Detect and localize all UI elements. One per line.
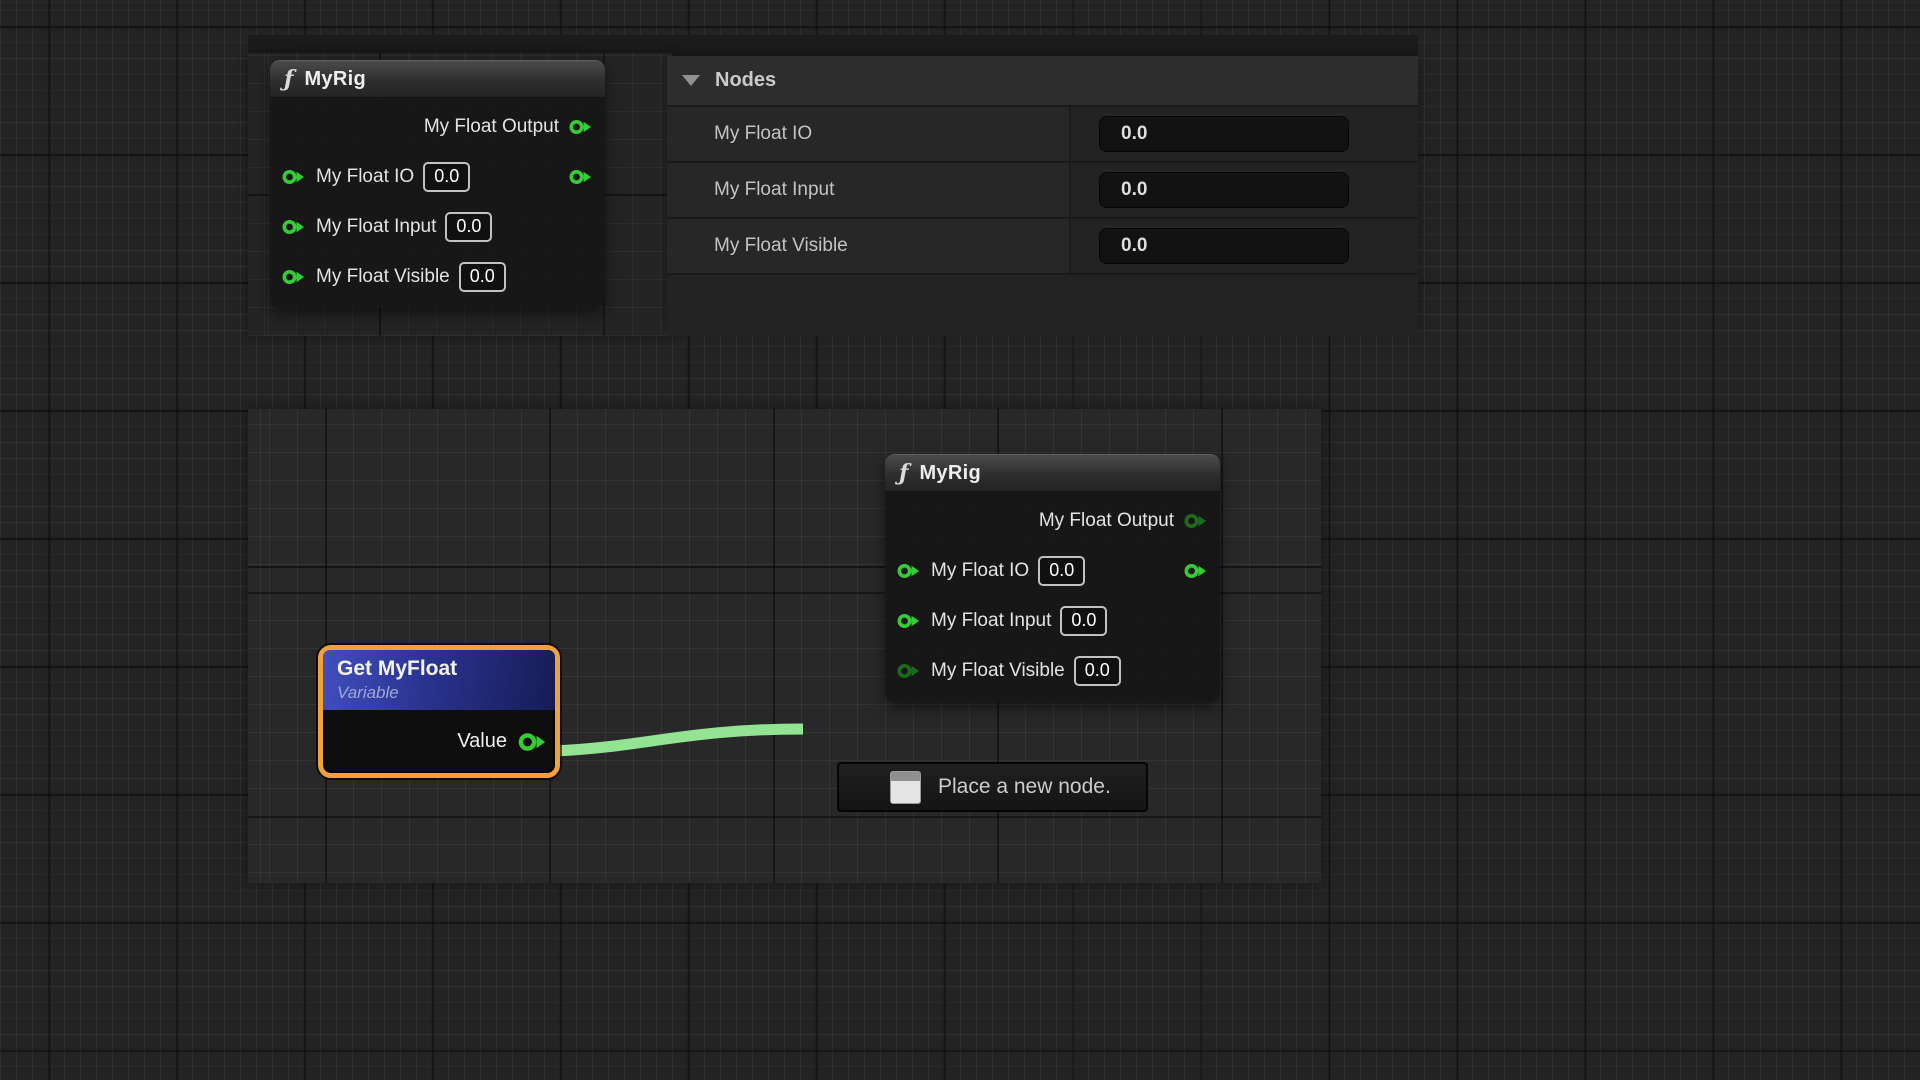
node-title: MyRig [919, 462, 981, 485]
node-header[interactable]: Get MyFloat Variable [323, 650, 555, 710]
output-pin-icon[interactable] [568, 118, 594, 136]
node-title: MyRig [304, 68, 366, 91]
float-value-input[interactable]: 0.0 [1099, 116, 1349, 152]
node-row-my-float-output: My Float Output [270, 102, 605, 152]
output-pin-icon-dim[interactable] [1183, 512, 1209, 530]
pin-label: My Float IO [316, 166, 414, 188]
graph-editor-canvas[interactable]: { "node_top": { "fn_icon": "ƒ", "title":… [0, 0, 1920, 1080]
panel-section-title: Nodes [715, 69, 776, 92]
pin-label: My Float Input [316, 216, 436, 238]
node-row-my-float-input: My Float Input 0.0 [885, 596, 1220, 646]
collapse-arrow-icon [682, 75, 700, 86]
output-pin-icon[interactable] [517, 731, 547, 753]
property-label: My Float IO [667, 107, 1071, 161]
function-icon: ƒ [899, 462, 908, 484]
float-value-input[interactable]: 0.0 [1099, 172, 1349, 208]
function-node-myrig-overview[interactable]: ƒ MyRig My Float Output My Float IO 0.0 … [270, 60, 605, 308]
property-label: My Float Visible [667, 219, 1071, 273]
node-body: My Float Output My Float IO 0.0 My Float… [885, 492, 1220, 702]
property-row-my-float-io: My Float IO 0.0 [667, 107, 1418, 163]
input-pin-icon[interactable] [281, 268, 307, 286]
input-pin-icon[interactable] [281, 168, 307, 186]
node-subtitle: Variable [337, 683, 555, 703]
pin-value-input[interactable]: 0.0 [459, 262, 506, 293]
property-value-cell: 0.0 [1071, 107, 1418, 161]
node-row-my-float-io: My Float IO 0.0 [270, 152, 605, 202]
panel-empty-area [667, 275, 1418, 336]
dragged-wire[interactable] [540, 698, 830, 768]
pin-label: My Float Output [424, 116, 559, 138]
function-icon: ƒ [284, 68, 293, 90]
pin-label: My Float IO [931, 560, 1029, 582]
input-pin-icon[interactable] [896, 612, 922, 630]
place-new-node-tooltip: Place a new node. [837, 762, 1148, 812]
node-row-my-float-io: My Float IO 0.0 [885, 546, 1220, 596]
pin-label: My Float Input [931, 610, 1051, 632]
node-row-my-float-output: My Float Output [885, 496, 1220, 546]
input-pin-icon[interactable] [896, 562, 922, 580]
property-value-cell: 0.0 [1071, 163, 1418, 217]
pin-value-input[interactable]: 0.0 [1060, 606, 1107, 637]
property-row-my-float-visible: My Float Visible 0.0 [667, 219, 1418, 275]
node-header[interactable]: ƒ MyRig [885, 454, 1220, 492]
pin-value-input[interactable]: 0.0 [1074, 656, 1121, 687]
node-title: Get MyFloat [337, 657, 555, 681]
pin-value-input[interactable]: 0.0 [1038, 556, 1085, 587]
node-row-my-float-visible: My Float Visible 0.0 [270, 252, 605, 302]
output-pin-icon[interactable] [1183, 562, 1209, 580]
variable-node-get-myfloat[interactable]: Get MyFloat Variable Value [318, 645, 560, 778]
node-body: My Float Output My Float IO 0.0 My Float… [270, 98, 605, 308]
pin-label: My Float Visible [931, 660, 1065, 682]
output-pin-icon[interactable] [568, 168, 594, 186]
float-value-input[interactable]: 0.0 [1099, 228, 1349, 264]
tooltip-text: Place a new node. [938, 775, 1111, 799]
node-body: Value [323, 710, 555, 773]
node-header[interactable]: ƒ MyRig [270, 60, 605, 98]
pin-label: Value [457, 730, 507, 753]
details-panel-nodes: Nodes My Float IO 0.0 My Float Input 0.0… [667, 56, 1418, 330]
node-icon [890, 771, 921, 804]
input-pin-icon-dim[interactable] [896, 662, 922, 680]
property-label: My Float Input [667, 163, 1071, 217]
property-row-my-float-input: My Float Input 0.0 [667, 163, 1418, 219]
panel-section-header[interactable]: Nodes [667, 56, 1418, 107]
property-value-cell: 0.0 [1071, 219, 1418, 273]
node-row-my-float-input: My Float Input 0.0 [270, 202, 605, 252]
input-pin-icon[interactable] [281, 218, 307, 236]
pin-label: My Float Output [1039, 510, 1174, 532]
function-node-myrig-graph[interactable]: ƒ MyRig My Float Output My Float IO 0.0 … [885, 454, 1220, 702]
pin-label: My Float Visible [316, 266, 450, 288]
node-row-my-float-visible: My Float Visible 0.0 [885, 646, 1220, 696]
pin-value-input[interactable]: 0.0 [423, 162, 470, 193]
pin-value-input[interactable]: 0.0 [445, 212, 492, 243]
